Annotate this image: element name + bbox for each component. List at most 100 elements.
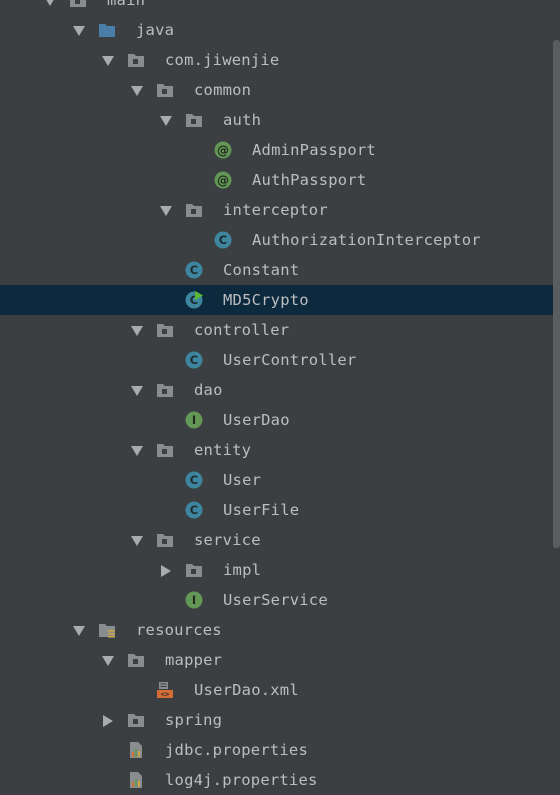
tree-row-label: com.jiwenjie xyxy=(165,51,280,69)
tree-row-label: entity xyxy=(194,441,252,459)
tree-row[interactable]: interceptor xyxy=(0,195,560,225)
collapse-arrow-right-icon[interactable] xyxy=(159,563,173,577)
tree-row[interactable]: com.jiwenjie xyxy=(0,45,560,75)
tree-row-label: MD5Crypto xyxy=(223,291,309,309)
class-icon: C xyxy=(185,261,203,279)
tree-row-label: interceptor xyxy=(223,201,328,219)
svg-text:C: C xyxy=(219,233,227,247)
vertical-scrollbar[interactable] xyxy=(553,40,560,548)
tree-row-label: UserController xyxy=(223,351,357,369)
tree-row[interactable]: dao xyxy=(0,375,560,405)
tree-row[interactable]: entity xyxy=(0,435,560,465)
tree-row-label: UserDao.xml xyxy=(194,681,299,699)
tree-row[interactable]: spring xyxy=(0,705,560,735)
package-icon xyxy=(185,201,203,219)
tree-row[interactable]: impl xyxy=(0,555,560,585)
tree-row[interactable]: java xyxy=(0,15,560,45)
tree-row-label: java xyxy=(136,21,175,39)
tree-row-label: AdminPassport xyxy=(252,141,376,159)
class-runnable-icon: C xyxy=(185,291,203,309)
svg-text:@: @ xyxy=(217,173,229,187)
xml-file-icon: <> xyxy=(156,681,174,699)
tree-row[interactable]: <> UserDao.xml xyxy=(0,675,560,705)
package-icon xyxy=(127,651,145,669)
tree-row[interactable]: jdbc.properties xyxy=(0,735,560,765)
svg-text:C: C xyxy=(190,503,198,517)
tree-row[interactable]: controller xyxy=(0,315,560,345)
expand-arrow-down-icon[interactable] xyxy=(130,533,144,547)
collapse-arrow-right-icon[interactable] xyxy=(101,713,115,727)
expand-arrow-down-icon[interactable] xyxy=(72,23,86,37)
tree-row-label: impl xyxy=(223,561,262,579)
properties-file-icon xyxy=(127,771,145,789)
tree-row[interactable]: service xyxy=(0,525,560,555)
class-icon: C xyxy=(185,351,203,369)
svg-text:I: I xyxy=(192,593,196,607)
tree-row[interactable]: common xyxy=(0,75,560,105)
tree-row[interactable]: C AuthorizationInterceptor xyxy=(0,225,560,255)
class-icon: C xyxy=(185,471,203,489)
tree-row[interactable]: log4j.properties xyxy=(0,765,560,795)
package-icon xyxy=(156,321,174,339)
tree-row-label: jdbc.properties xyxy=(165,741,308,759)
tree-row[interactable]: C User xyxy=(0,465,560,495)
package-icon xyxy=(156,531,174,549)
annotation-icon: @ xyxy=(214,141,232,159)
tree-row-label: log4j.properties xyxy=(165,771,318,789)
package-icon xyxy=(156,81,174,99)
tree-row-label: UserService xyxy=(223,591,328,609)
expand-arrow-down-icon[interactable] xyxy=(130,383,144,397)
tree-row[interactable]: @ AuthPassport xyxy=(0,165,560,195)
tree-row[interactable]: main xyxy=(0,0,560,15)
tree-row[interactable]: auth xyxy=(0,105,560,135)
project-tree: main java com.jiwenjie common auth @ AdminPass… xyxy=(0,0,560,795)
tree-row[interactable]: I UserDao xyxy=(0,405,560,435)
properties-file-icon xyxy=(127,741,145,759)
expand-arrow-down-icon[interactable] xyxy=(130,443,144,457)
tree-row-label: AuthPassport xyxy=(252,171,367,189)
tree-row-label: dao xyxy=(194,381,223,399)
expand-arrow-down-icon[interactable] xyxy=(101,53,115,67)
tree-row[interactable]: @ AdminPassport xyxy=(0,135,560,165)
svg-text:<>: <> xyxy=(161,691,169,699)
tree-row-label: mapper xyxy=(165,651,223,669)
tree-row-label: common xyxy=(194,81,252,99)
tree-row-label: UserDao xyxy=(223,411,290,429)
folder-plain-icon xyxy=(69,0,87,9)
interface-icon: I xyxy=(185,411,203,429)
tree-row-label: service xyxy=(194,531,261,549)
tree-row-label: UserFile xyxy=(223,501,300,519)
tree-row-label: controller xyxy=(194,321,290,339)
folder-source-icon xyxy=(98,21,116,39)
tree-row[interactable]: C UserController xyxy=(0,345,560,375)
tree-row-label: User xyxy=(223,471,262,489)
tree-row-label: main xyxy=(107,0,146,9)
expand-arrow-down-icon[interactable] xyxy=(72,623,86,637)
tree-row[interactable]: resources xyxy=(0,615,560,645)
tree-row-label: Constant xyxy=(223,261,300,279)
svg-text:@: @ xyxy=(217,143,229,157)
package-icon xyxy=(185,561,203,579)
expand-arrow-down-icon[interactable] xyxy=(130,323,144,337)
expand-arrow-down-icon[interactable] xyxy=(101,653,115,667)
folder-resources-icon xyxy=(98,621,116,639)
class-icon: C xyxy=(214,231,232,249)
tree-row[interactable]: C Constant xyxy=(0,255,560,285)
tree-row[interactable]: I UserService xyxy=(0,585,560,615)
tree-row-label: spring xyxy=(165,711,223,729)
expand-arrow-down-icon[interactable] xyxy=(130,83,144,97)
expand-arrow-down-icon[interactable] xyxy=(159,203,173,217)
package-icon xyxy=(127,711,145,729)
tree-row[interactable]: C UserFile xyxy=(0,495,560,525)
tree-row[interactable]: mapper xyxy=(0,645,560,675)
tree-row-label: auth xyxy=(223,111,262,129)
tree-row-label: AuthorizationInterceptor xyxy=(252,231,481,249)
tree-row[interactable]: C MD5Crypto xyxy=(0,285,560,315)
expand-arrow-down-icon[interactable] xyxy=(159,113,173,127)
package-icon xyxy=(127,51,145,69)
svg-text:I: I xyxy=(192,413,196,427)
package-icon xyxy=(156,381,174,399)
interface-icon: I xyxy=(185,591,203,609)
svg-text:C: C xyxy=(190,263,198,277)
expand-arrow-down-icon[interactable] xyxy=(43,0,57,7)
